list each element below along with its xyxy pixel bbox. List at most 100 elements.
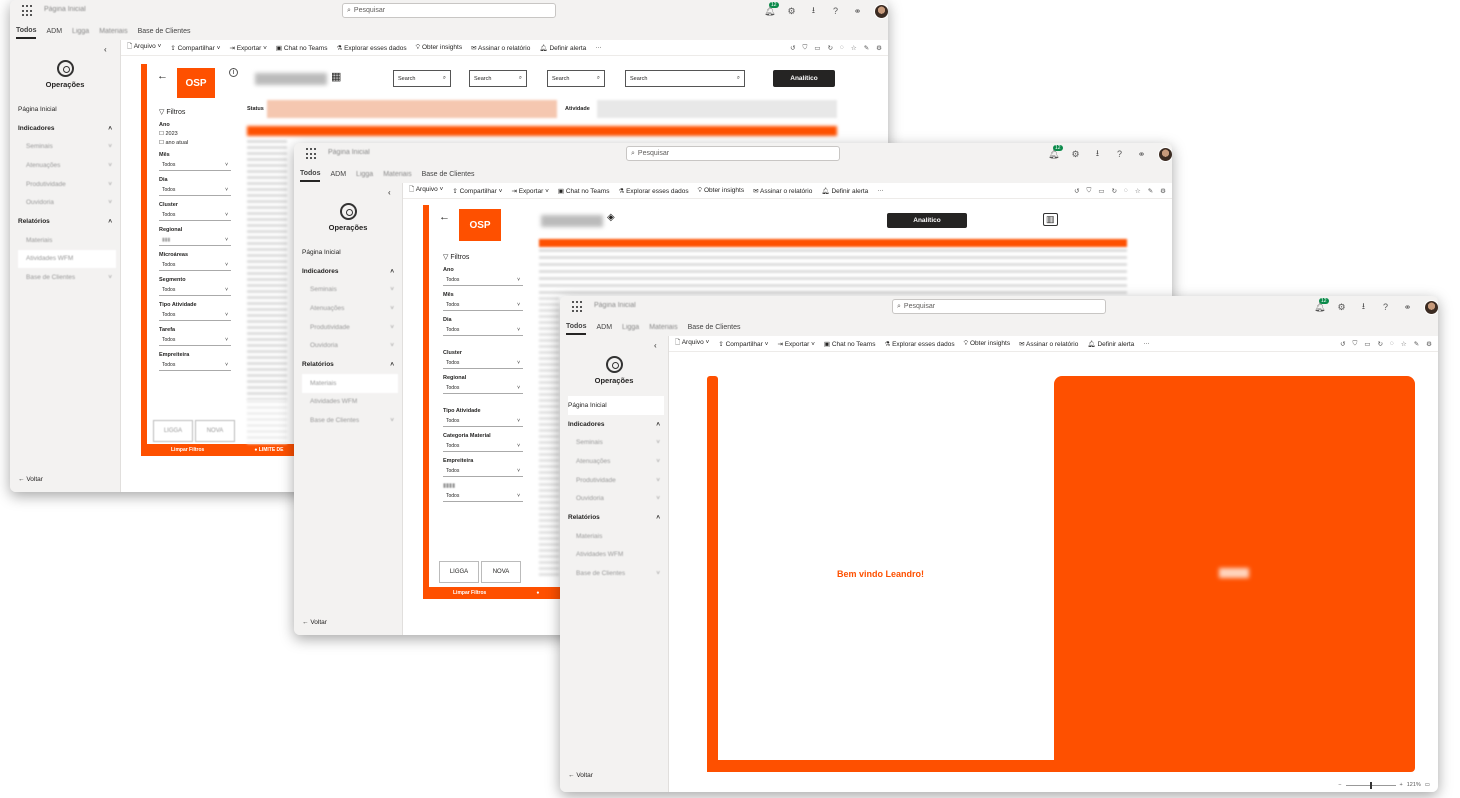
sidebar-item-produtividade[interactable]: Produtividade ˅: [568, 471, 664, 490]
insights-button[interactable]: 💡︎ Obter insights: [416, 44, 462, 52]
ligga-button[interactable]: LIGGA: [439, 561, 479, 583]
tab-ligga[interactable]: Ligga: [356, 168, 373, 181]
tab-base-clientes[interactable]: Base de Clientes: [422, 168, 475, 181]
sidebar-item-produtividade[interactable]: Produtividade ˅: [18, 175, 116, 194]
nova-button[interactable]: NOVA: [195, 420, 235, 442]
nova-button[interactable]: NOVA: [481, 561, 521, 583]
zoom-in-icon[interactable]: +: [1400, 782, 1403, 788]
comment-icon[interactable]: ◌: [1124, 187, 1128, 195]
sidebar-item-seminais[interactable]: Seminais ˅: [568, 433, 664, 452]
info-icon[interactable]: i: [229, 68, 238, 77]
sidebar-item-atenuacoes[interactable]: Atenuações ˅: [18, 156, 116, 175]
tab-todos[interactable]: Todos: [16, 24, 37, 39]
collapse-icon[interactable]: ‹: [104, 45, 107, 54]
layers-icon[interactable]: ◈: [607, 212, 615, 223]
reset-icon[interactable]: ↺: [790, 44, 795, 52]
gear-icon[interactable]: ⚙: [786, 6, 797, 17]
alerta-button[interactable]: 🔔︎ Definir alerta: [1087, 340, 1134, 348]
refresh-icon[interactable]: ↻: [1112, 187, 1117, 195]
ligga-button[interactable]: LIGGA: [153, 420, 193, 442]
bookmark-icon[interactable]: ⛉: [803, 44, 808, 52]
sidebar-item-base-clientes[interactable]: Base de Clientes ˅: [18, 268, 116, 287]
exportar-menu[interactable]: ⇥ Exportar ˅: [777, 340, 814, 348]
ano-dropdown[interactable]: Todos ˅: [443, 275, 523, 286]
sidebar-item-base-clientes[interactable]: Base de Clientes ˅: [568, 564, 664, 583]
search-input[interactable]: ⌕ Pesquisar: [626, 146, 840, 161]
sidebar-item-atividades-wfm[interactable]: Atividades WFM: [302, 393, 398, 412]
tab-todos[interactable]: Todos: [566, 320, 587, 335]
sidebar-group-relatorios[interactable]: Relatórios ˄: [568, 508, 664, 527]
sidebar-group-relatorios[interactable]: Relatórios ˄: [302, 355, 398, 374]
tab-adm[interactable]: ADM: [330, 168, 346, 181]
view-icon[interactable]: ▭: [1364, 340, 1370, 348]
chat-teams-button[interactable]: ▣ Chat no Teams: [276, 44, 328, 52]
sidebar-item-home[interactable]: Página Inicial: [18, 100, 116, 119]
refresh-icon[interactable]: ↻: [828, 44, 833, 52]
sidebar-item-atividades-wfm[interactable]: Atividades WFM: [18, 249, 116, 269]
avatar[interactable]: [874, 3, 888, 19]
settings-icon[interactable]: ⚙: [876, 44, 882, 52]
compartilhar-menu[interactable]: ⇪ Compartilhar ˅: [452, 187, 502, 195]
back-link[interactable]: ← Voltar: [568, 772, 593, 779]
bookmark-icon[interactable]: ⛉: [1087, 187, 1092, 195]
checkbox-2023[interactable]: ☐ 2023: [159, 131, 231, 137]
back-arrow-icon[interactable]: ←: [157, 70, 168, 82]
edit-icon[interactable]: ✎: [864, 44, 869, 52]
sidebar-item-home[interactable]: Página Inicial: [302, 243, 398, 262]
search-input[interactable]: ⌕ Pesquisar: [892, 299, 1106, 314]
tab-materiais[interactable]: Materiais: [383, 168, 411, 181]
exportar-menu[interactable]: ⇥ Exportar ˅: [511, 187, 548, 195]
empreiteira-dropdown[interactable]: Todos ˅: [443, 466, 523, 477]
tipo-atividade-dropdown[interactable]: Todos ˅: [159, 310, 231, 321]
bell-icon[interactable]: 🔔︎ 12: [1314, 297, 1329, 313]
tab-materiais[interactable]: Materiais: [99, 25, 127, 38]
bookmark-icon[interactable]: ⛉: [1353, 340, 1358, 348]
back-link[interactable]: ← Voltar: [302, 619, 327, 626]
arquivo-menu[interactable]: 🗋 Arquivo ˅: [127, 42, 161, 53]
explorar-button[interactable]: ⚗ Explorar esses dados: [618, 187, 688, 195]
avatar[interactable]: [1158, 146, 1172, 162]
bell-icon[interactable]: 🔔︎ 12: [1048, 144, 1063, 160]
star-icon[interactable]: ☆: [851, 44, 857, 52]
sidebar-group-indicadores[interactable]: Indicadores ˄: [18, 119, 116, 138]
back-arrow-icon[interactable]: ←: [439, 211, 450, 223]
help-icon[interactable]: ?: [830, 6, 841, 16]
app-launcher-icon[interactable]: [306, 148, 318, 160]
avatar[interactable]: [1424, 299, 1438, 315]
search-box-4[interactable]: Search ⌕: [625, 70, 745, 87]
help-icon[interactable]: ?: [1114, 149, 1125, 159]
regional-dropdown[interactable]: Todos ˅: [443, 383, 523, 394]
view-icon[interactable]: ▭: [814, 44, 820, 52]
collapse-icon[interactable]: ‹: [654, 341, 657, 350]
tipo-atividade-dropdown[interactable]: Todos ˅: [443, 416, 523, 427]
gear-icon[interactable]: ⚙: [1070, 149, 1081, 160]
download-icon[interactable]: ⭳: [1358, 299, 1369, 315]
tab-base-clientes[interactable]: Base de Clientes: [688, 321, 741, 334]
table-icon[interactable]: ▦: [331, 70, 341, 83]
mes-dropdown[interactable]: Todos ˅: [159, 160, 231, 171]
app-launcher-icon[interactable]: [572, 301, 584, 313]
sidebar-item-home[interactable]: Página Inicial: [568, 396, 664, 415]
sidebar-item-materiais[interactable]: Materiais: [302, 373, 398, 393]
search-box-1[interactable]: Search ⌕: [393, 70, 451, 87]
insights-button[interactable]: 💡︎ Obter insights: [698, 187, 744, 195]
alerta-button[interactable]: 🔔︎ Definir alerta: [821, 187, 868, 195]
assinar-button[interactable]: ✉ Assinar o relatório: [753, 187, 812, 195]
gear-icon[interactable]: ⚙: [1336, 302, 1347, 313]
tab-ligga[interactable]: Ligga: [622, 321, 639, 334]
explorar-button[interactable]: ⚗ Explorar esses dados: [336, 44, 406, 52]
zoom-out-icon[interactable]: −: [1338, 782, 1341, 788]
reset-icon[interactable]: ↺: [1074, 187, 1079, 195]
share-icon[interactable]: ⚭: [1402, 302, 1413, 313]
cluster-dropdown[interactable]: Todos ˅: [159, 210, 231, 221]
cluster-dropdown[interactable]: Todos ˅: [443, 358, 523, 369]
download-icon[interactable]: ⭳: [808, 3, 819, 19]
bell-icon[interactable]: 🔔︎ 12: [764, 1, 779, 17]
reset-icon[interactable]: ↺: [1340, 340, 1345, 348]
compartilhar-menu[interactable]: ⇪ Compartilhar ˅: [718, 340, 768, 348]
app-launcher-icon[interactable]: [22, 5, 34, 17]
tab-todos[interactable]: Todos: [300, 167, 321, 182]
search-input[interactable]: ⌕ Pesquisar: [342, 3, 556, 18]
settings-icon[interactable]: ⚙: [1426, 340, 1432, 348]
alerta-button[interactable]: 🔔︎ Definir alerta: [539, 44, 586, 52]
